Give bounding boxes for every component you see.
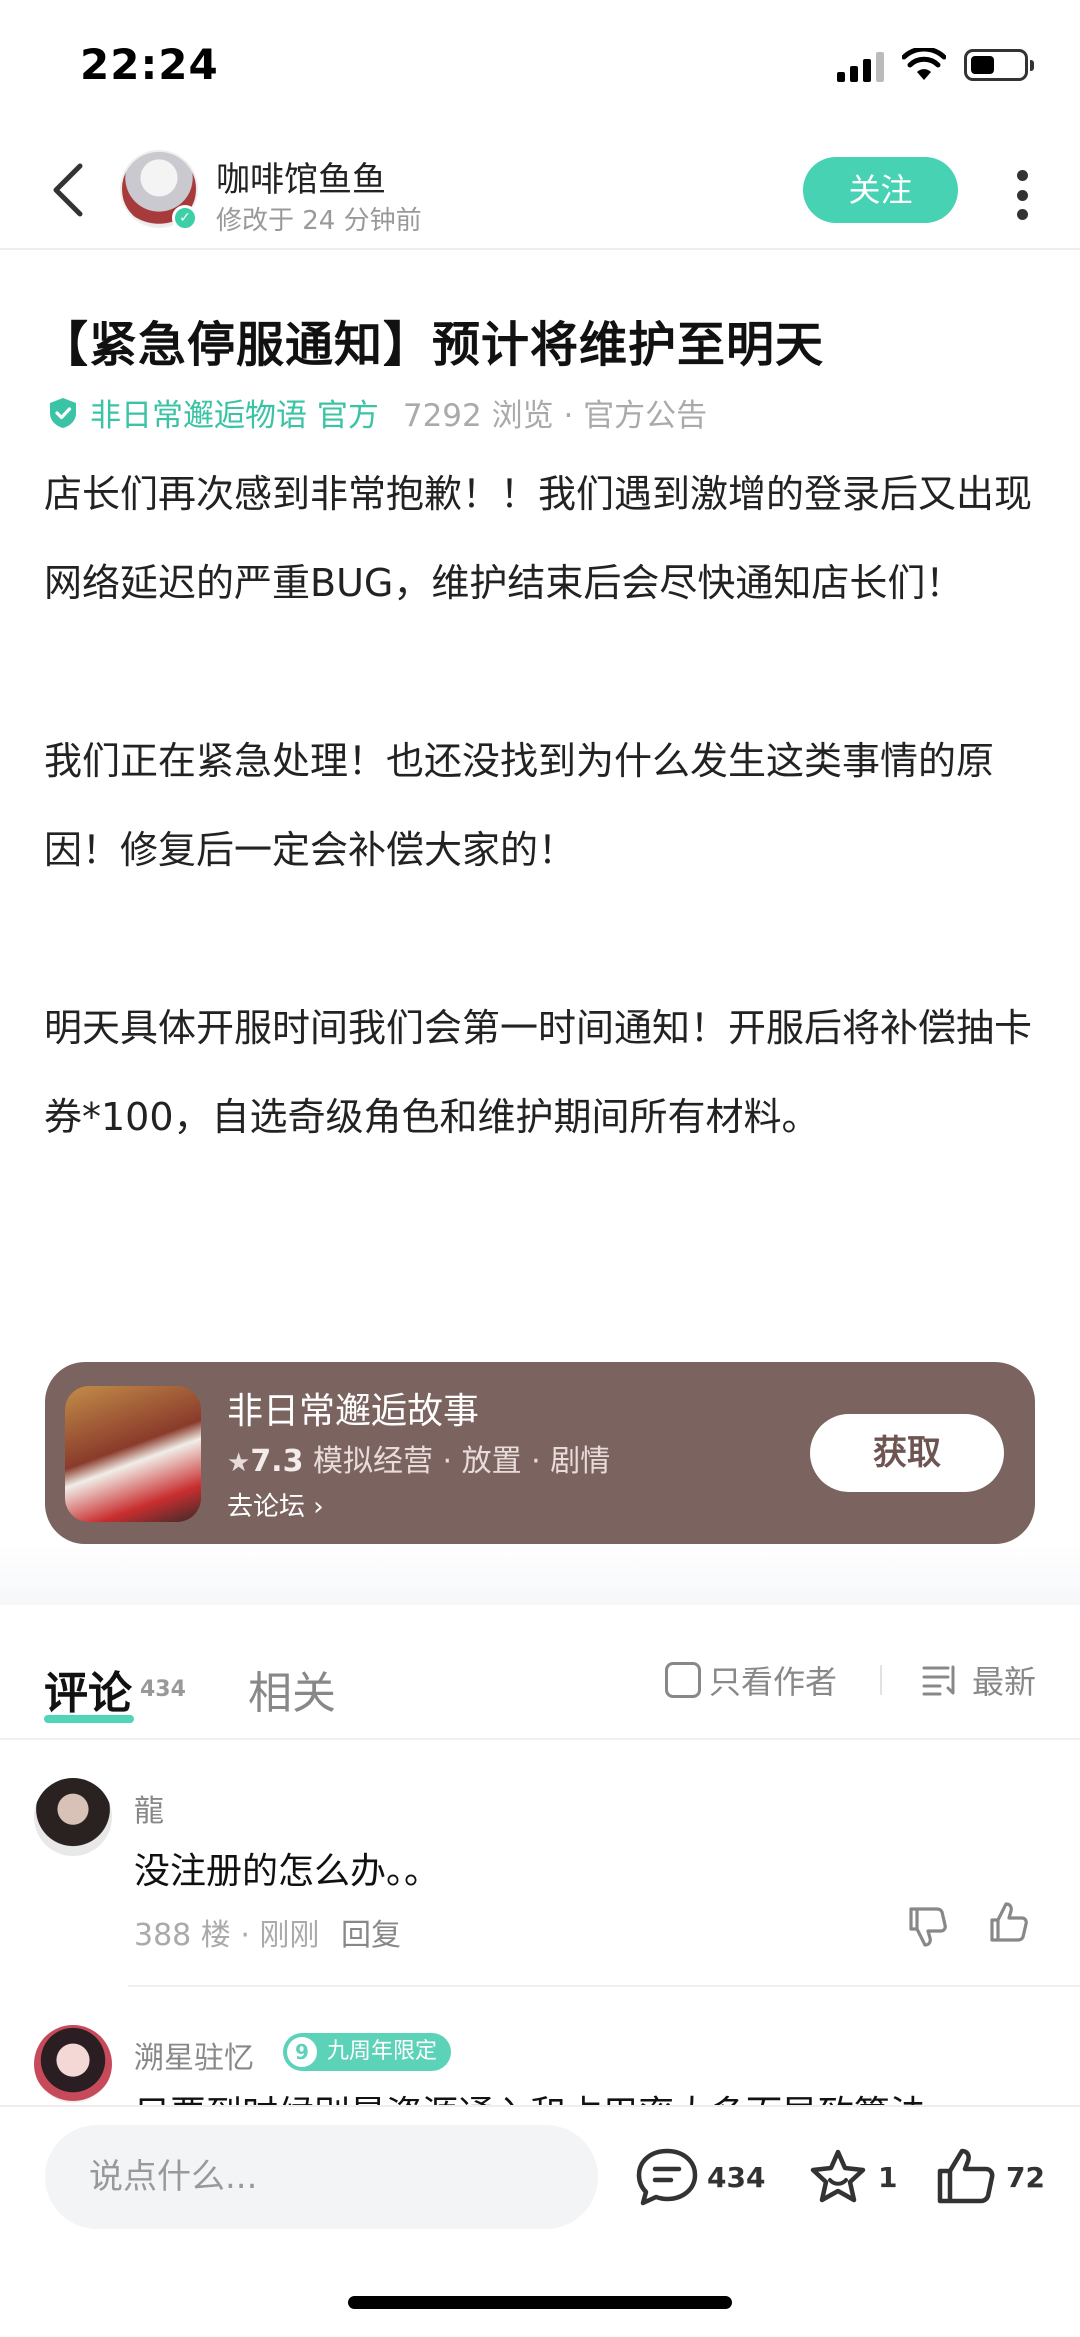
comment-item: 溯星驻忆 9 九周年限定 只要到时候别是资源通入和占用率太多而导致算法 bbox=[0, 0, 1080, 2105]
comment-bubble-icon bbox=[636, 2148, 698, 2206]
comment-text: 只要到时候别是资源通入和占用率太多而导致算法 bbox=[134, 2085, 926, 2105]
thumbs-up-icon bbox=[937, 2148, 995, 2204]
comment-input[interactable]: 说点什么... bbox=[45, 2125, 598, 2229]
commenter-avatar[interactable] bbox=[34, 2025, 112, 2103]
comment-count: 434 bbox=[707, 2160, 766, 2194]
favorite-button[interactable]: 1 bbox=[806, 2147, 897, 2207]
favorite-count: 1 bbox=[878, 2160, 898, 2194]
comment-button[interactable]: 434 bbox=[635, 2147, 765, 2207]
star-icon bbox=[810, 2149, 866, 2203]
anniversary-badge: 9 九周年限定 bbox=[283, 2033, 452, 2071]
badge-text: 九周年限定 bbox=[327, 2039, 438, 2064]
badge-number: 9 bbox=[287, 2037, 317, 2067]
like-button[interactable]: 72 bbox=[934, 2147, 1045, 2207]
commenter-name[interactable]: 溯星驻忆 bbox=[134, 2033, 254, 2077]
like-count: 72 bbox=[1006, 2160, 1045, 2194]
home-indicator[interactable] bbox=[348, 2296, 732, 2309]
